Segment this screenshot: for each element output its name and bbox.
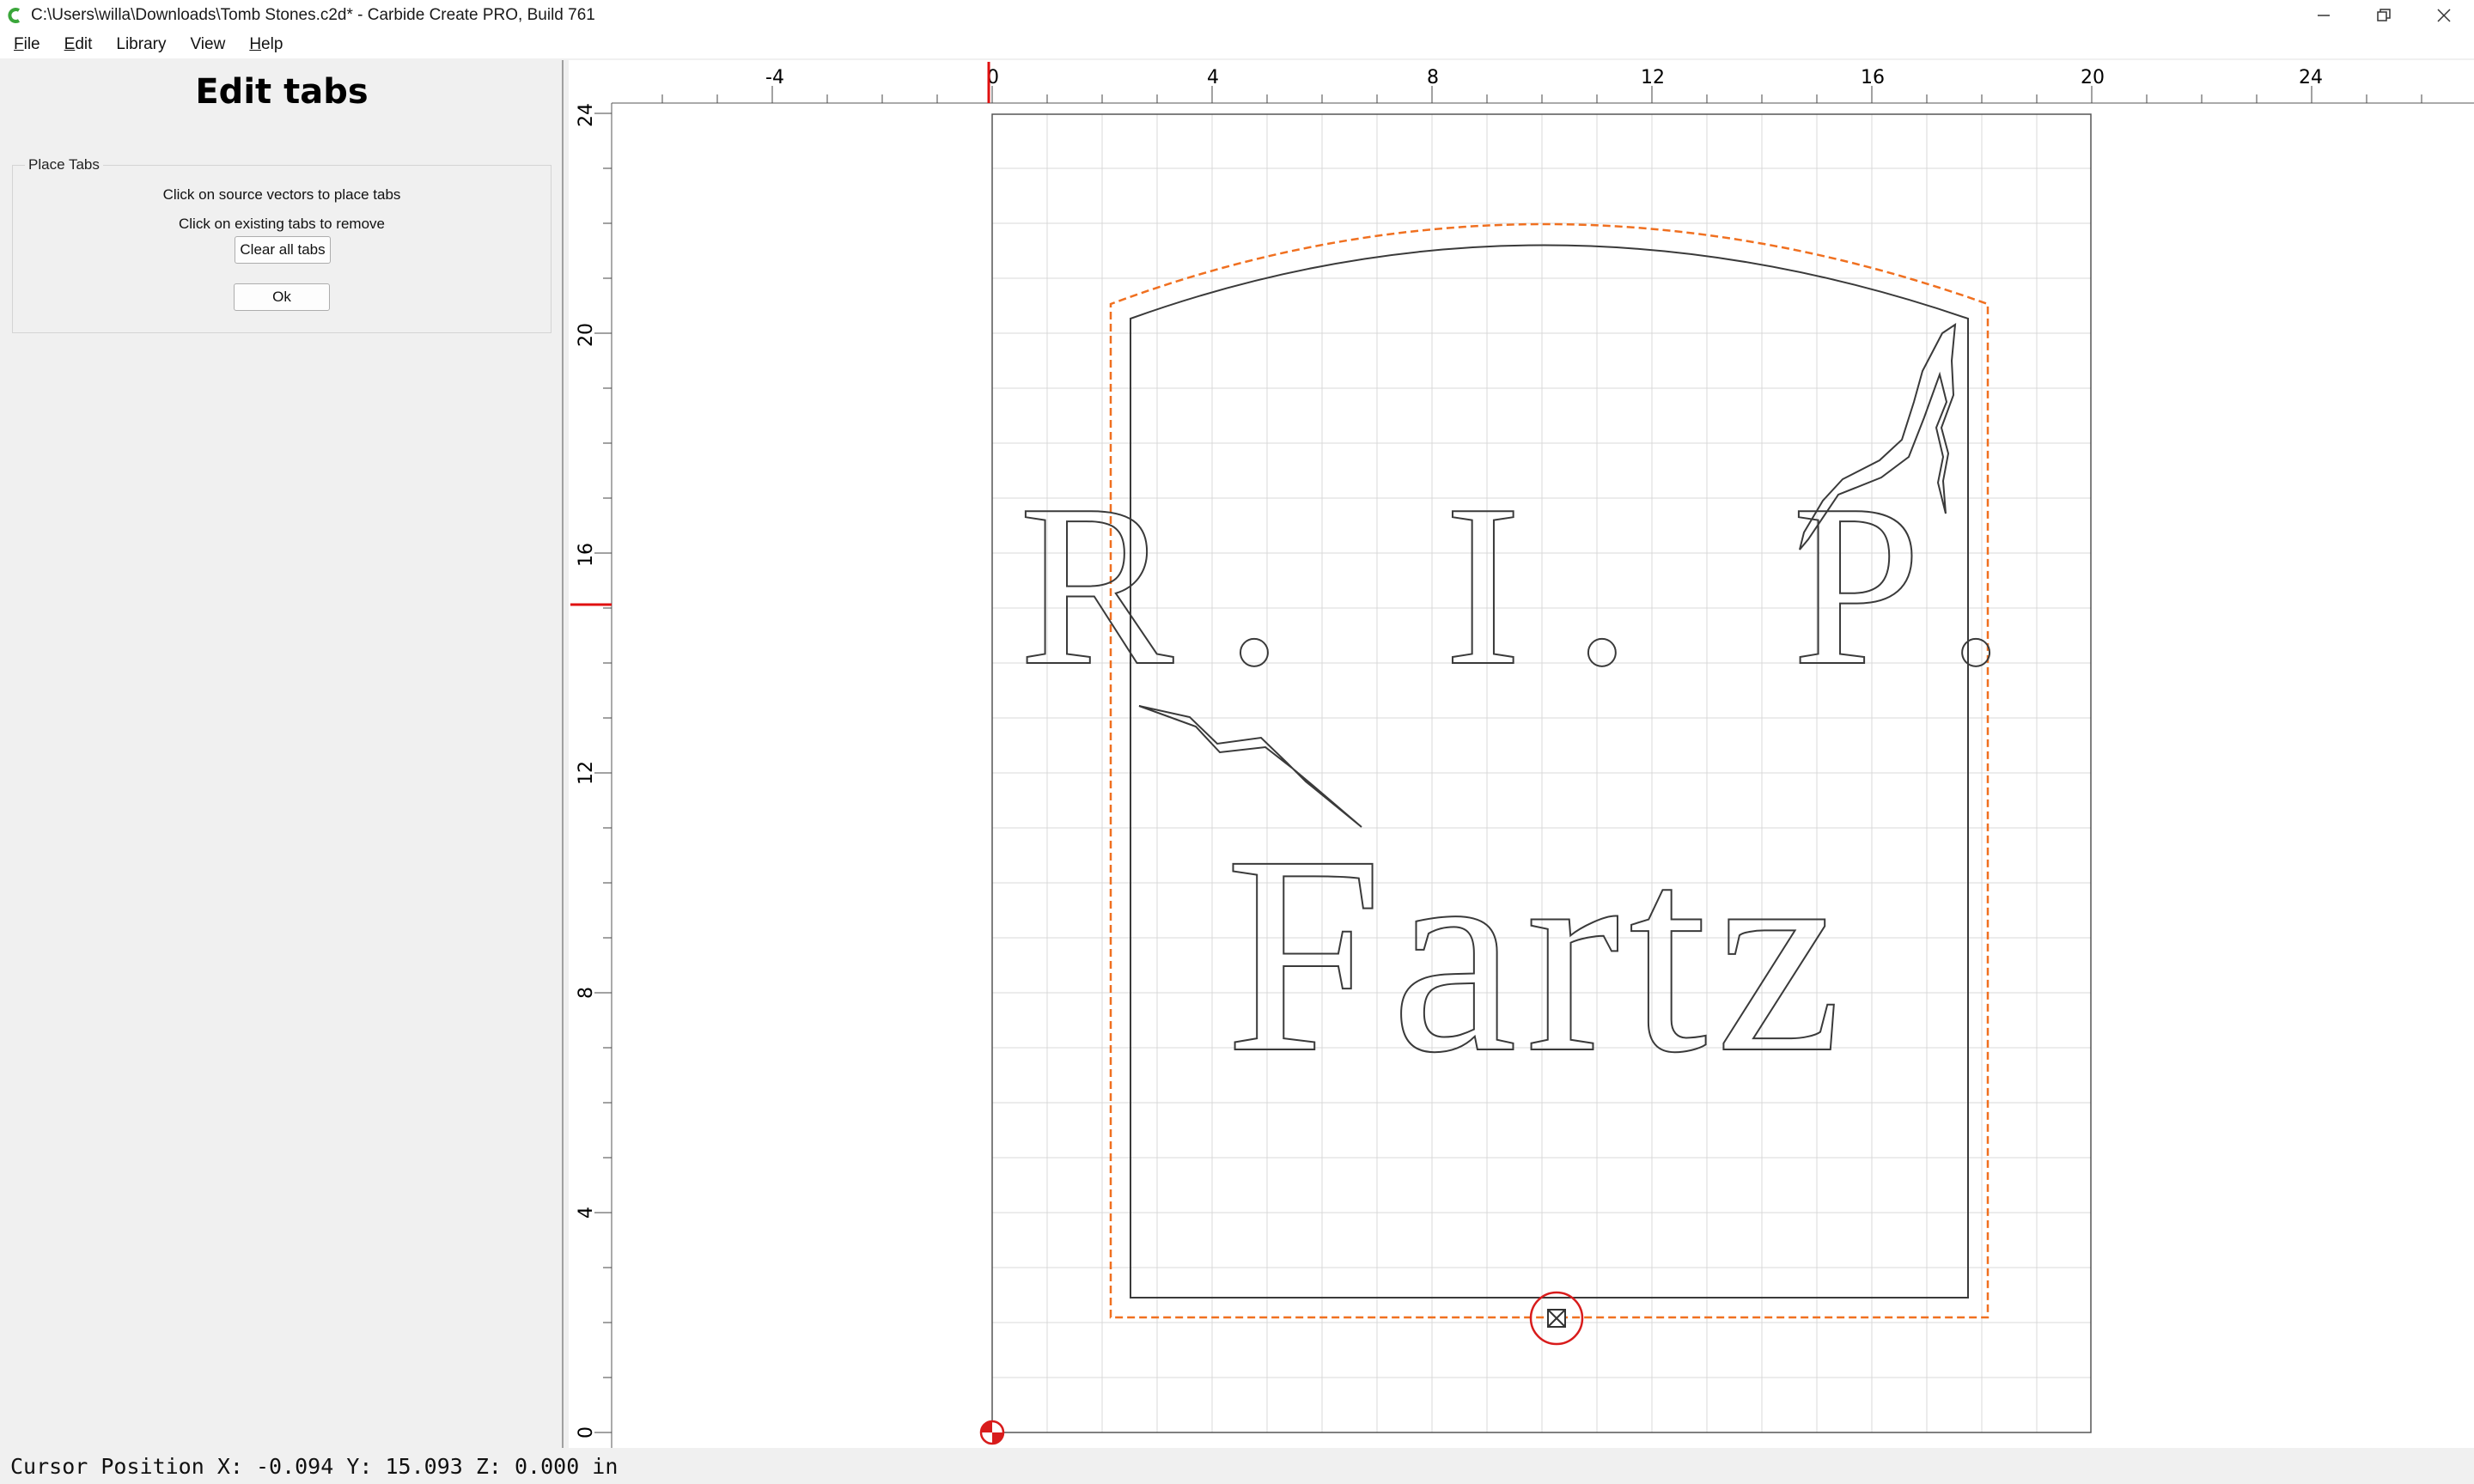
menu-library[interactable]: Library — [102, 31, 176, 58]
v-ruler-label: 8 — [576, 987, 597, 999]
h-ruler-label: 16 — [1861, 67, 1885, 88]
menu-view[interactable]: View — [176, 31, 235, 58]
close-icon — [2437, 9, 2451, 22]
restore-icon — [2377, 9, 2391, 21]
design-canvas[interactable]: -4 0 4 8 12 16 20 24 24 20 16 12 8 4 0 R… — [569, 60, 2474, 1448]
h-ruler-label: 8 — [1427, 67, 1439, 88]
horizontal-ruler: -4 0 4 8 12 16 20 24 — [569, 60, 2474, 104]
fartz-text[interactable]: Fartz — [1224, 797, 1850, 1112]
h-ruler-label: -4 — [765, 67, 784, 88]
edit-tabs-panel: Edit tabs Place Tabs Click on source vec… — [0, 60, 564, 1448]
menu-help[interactable]: Help — [235, 31, 293, 58]
h-ruler-label: 12 — [1641, 67, 1665, 88]
v-ruler-label: 4 — [576, 1207, 597, 1219]
group-title: Place Tabs — [25, 156, 103, 173]
canvas-drawing[interactable]: -4 0 4 8 12 16 20 24 24 20 16 12 8 4 0 R… — [569, 60, 2474, 1448]
h-ruler-label: 24 — [2299, 67, 2323, 88]
instruction-place: Click on source vectors to place tabs — [162, 186, 401, 203]
h-ruler-label: 20 — [2081, 67, 2105, 88]
menu-bar: File Edit Library View Help — [0, 31, 2474, 58]
v-ruler-label: 12 — [576, 761, 597, 785]
menu-edit[interactable]: Edit — [51, 31, 103, 58]
ok-button[interactable]: Ok — [234, 283, 330, 311]
minimize-icon — [2318, 15, 2330, 16]
vertical-ruler: 24 20 16 12 8 4 0 — [569, 103, 612, 1448]
h-ruler-label: 4 — [1207, 67, 1219, 88]
app-logo-icon — [5, 6, 24, 25]
window-title: C:\Users\willa\Downloads\Tomb Stones.c2d… — [31, 6, 595, 24]
minimize-button[interactable] — [2294, 0, 2354, 31]
title-bar: C:\Users\willa\Downloads\Tomb Stones.c2d… — [0, 0, 2474, 31]
cursor-position-readout: Cursor Position X: -0.094 Y: 15.093 Z: 0… — [10, 1453, 618, 1479]
instruction-remove: Click on existing tabs to remove — [179, 216, 385, 232]
menu-file[interactable]: File — [0, 31, 51, 58]
v-ruler-label: 0 — [576, 1426, 597, 1438]
rip-text[interactable]: R. I. P. — [1018, 456, 2057, 715]
v-ruler-label: 20 — [576, 323, 597, 347]
close-button[interactable] — [2414, 0, 2474, 31]
v-ruler-label: 16 — [576, 543, 597, 567]
panel-heading: Edit tabs — [195, 72, 369, 112]
restore-button[interactable] — [2354, 0, 2414, 31]
clear-all-tabs-button[interactable]: Clear all tabs — [235, 236, 331, 264]
origin-marker-icon — [979, 1420, 1005, 1445]
stock-material — [991, 113, 2092, 1433]
v-ruler-label: 24 — [576, 103, 597, 127]
status-bar: Cursor Position X: -0.094 Y: 15.093 Z: 0… — [0, 1448, 2474, 1484]
